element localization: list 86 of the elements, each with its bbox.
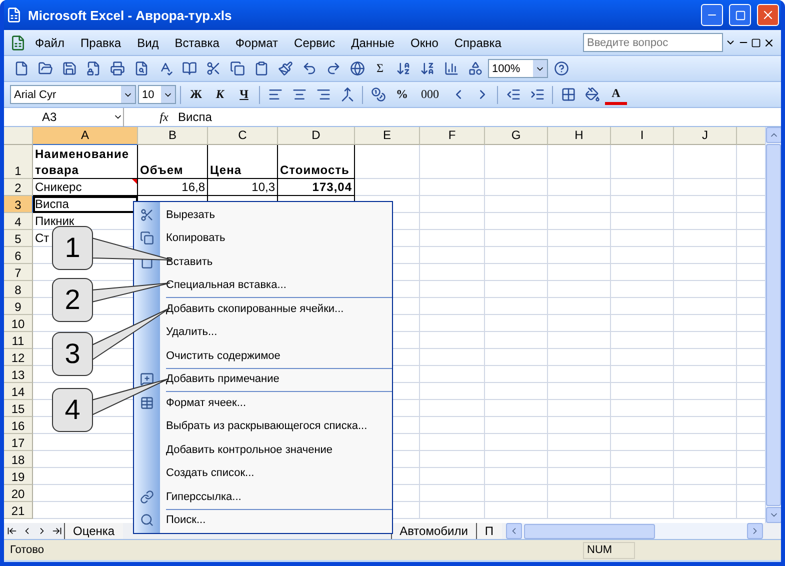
table-cell: 173,04	[278, 179, 355, 196]
font-color-button[interactable]: A	[605, 84, 627, 104]
row-header[interactable]: 19	[4, 468, 33, 485]
row-header[interactable]: 10	[4, 315, 33, 332]
row-header[interactable]: 17	[4, 434, 33, 451]
num-lock-indicator: NUM	[583, 542, 635, 558]
column-header[interactable]: C	[208, 127, 278, 145]
font-size-dropdown[interactable]: 10	[138, 85, 176, 104]
help-search-field[interactable]: Введите вопрос	[583, 33, 723, 52]
row-header[interactable]: 3	[4, 196, 33, 213]
column-header[interactable]: A	[33, 127, 138, 145]
menu-item[interactable]: Копировать	[160, 232, 226, 244]
table-cell: 10,3	[208, 179, 278, 196]
row-header[interactable]: 4	[4, 213, 33, 230]
row-header[interactable]: 13	[4, 366, 33, 383]
menu-item[interactable]: Вставить	[160, 256, 213, 268]
table-cell: Цена	[208, 145, 278, 179]
menu-item[interactable]: Данные	[344, 32, 402, 52]
menu-item[interactable]: Добавить скопированные ячейки...	[160, 302, 344, 315]
row-header[interactable]: 11	[4, 332, 33, 349]
callout-label: 1	[52, 226, 93, 270]
menu-item[interactable]: Добавить примечание	[160, 373, 280, 386]
callout-label: 2	[52, 278, 93, 322]
column-header[interactable]: B	[138, 127, 208, 145]
column-header[interactable]: G	[485, 127, 548, 145]
menu-item[interactable]: Формат	[228, 32, 286, 52]
menu-item[interactable]: Сервис	[287, 32, 342, 52]
italic-button[interactable]: К	[209, 84, 231, 106]
row-header[interactable]: 2	[4, 179, 33, 196]
row-header[interactable]: 8	[4, 281, 33, 298]
table-cell: Наименование товара	[33, 145, 138, 179]
font-dropdown[interactable]: Arial Cyr	[10, 85, 136, 104]
percent-button[interactable]: %	[391, 84, 413, 106]
table-cell: Стоимость	[278, 145, 355, 179]
column-header[interactable]: E	[355, 127, 420, 145]
menu-item[interactable]: Поиск...	[160, 514, 206, 526]
table-cell: Сникерс	[33, 179, 138, 196]
status-text: Готово	[10, 544, 45, 556]
sheet-tab[interactable]: Оценка	[64, 523, 123, 539]
row-header[interactable]: 21	[4, 502, 33, 519]
menu-item[interactable]: Окно	[403, 32, 446, 52]
menu-item[interactable]: Вид	[130, 32, 166, 52]
menu-item[interactable]: Выбрать из раскрывающегося списка...	[160, 420, 368, 432]
menu-item[interactable]: Удалить...	[160, 326, 218, 338]
function-button[interactable]: fx	[150, 110, 178, 124]
callout-label: 3	[52, 332, 93, 376]
menu-item[interactable]: Добавить контрольное значение	[160, 444, 333, 456]
row-header[interactable]: 15	[4, 400, 33, 417]
callout-label: 4	[52, 388, 93, 432]
row-header[interactable]: 18	[4, 451, 33, 468]
sheet-tab[interactable]: П	[476, 523, 502, 539]
menu-item[interactable]: Специальная вставка...	[160, 279, 286, 292]
menu-item[interactable]: Справка	[447, 32, 508, 52]
table-cell: 16,8	[138, 179, 208, 196]
menu-item[interactable]: Правка	[74, 32, 128, 52]
row-header[interactable]: 1	[4, 145, 33, 179]
row-header[interactable]: 14	[4, 383, 33, 400]
row-header[interactable]: 9	[4, 298, 33, 315]
row-header[interactable]: 12	[4, 349, 33, 366]
zoom-dropdown[interactable]: 100%	[488, 59, 548, 78]
row-header[interactable]: 5	[4, 230, 33, 247]
menu-item[interactable]: Вырезать	[160, 208, 215, 221]
row-header[interactable]: 16	[4, 417, 33, 434]
menu-item[interactable]: Формат ячеек...	[160, 396, 246, 409]
column-header[interactable]: D	[278, 127, 355, 145]
sum-button[interactable]: Σ	[370, 58, 390, 80]
menu-item[interactable]: Вставка	[168, 32, 226, 52]
menu-item[interactable]: Создать список...	[160, 467, 254, 480]
table-cell: Объем	[138, 145, 208, 179]
column-header[interactable]: I	[611, 127, 674, 145]
underline-button[interactable]: Ч	[233, 84, 255, 106]
formula-field[interactable]: Виспа	[178, 110, 212, 124]
menu-item[interactable]: Гиперссылка...	[160, 490, 242, 503]
sheet-tab[interactable]: Автомобили	[390, 523, 476, 539]
thousands-button[interactable]: 000	[415, 84, 445, 106]
row-header[interactable]: 7	[4, 264, 33, 281]
menu-item[interactable]: Файл	[28, 32, 72, 52]
column-header[interactable]: F	[420, 127, 485, 145]
window-title: Microsoft Excel - Аврора-тур.xls	[28, 8, 233, 22]
column-header[interactable]: H	[548, 127, 611, 145]
table-cell: Виспа	[33, 196, 138, 213]
row-header[interactable]: 6	[4, 247, 33, 264]
column-header[interactable]: J	[674, 127, 737, 145]
menu-item[interactable]: Очистить содержимое	[160, 350, 280, 362]
row-header[interactable]: 20	[4, 485, 33, 502]
bold-button[interactable]: Ж	[185, 84, 207, 106]
